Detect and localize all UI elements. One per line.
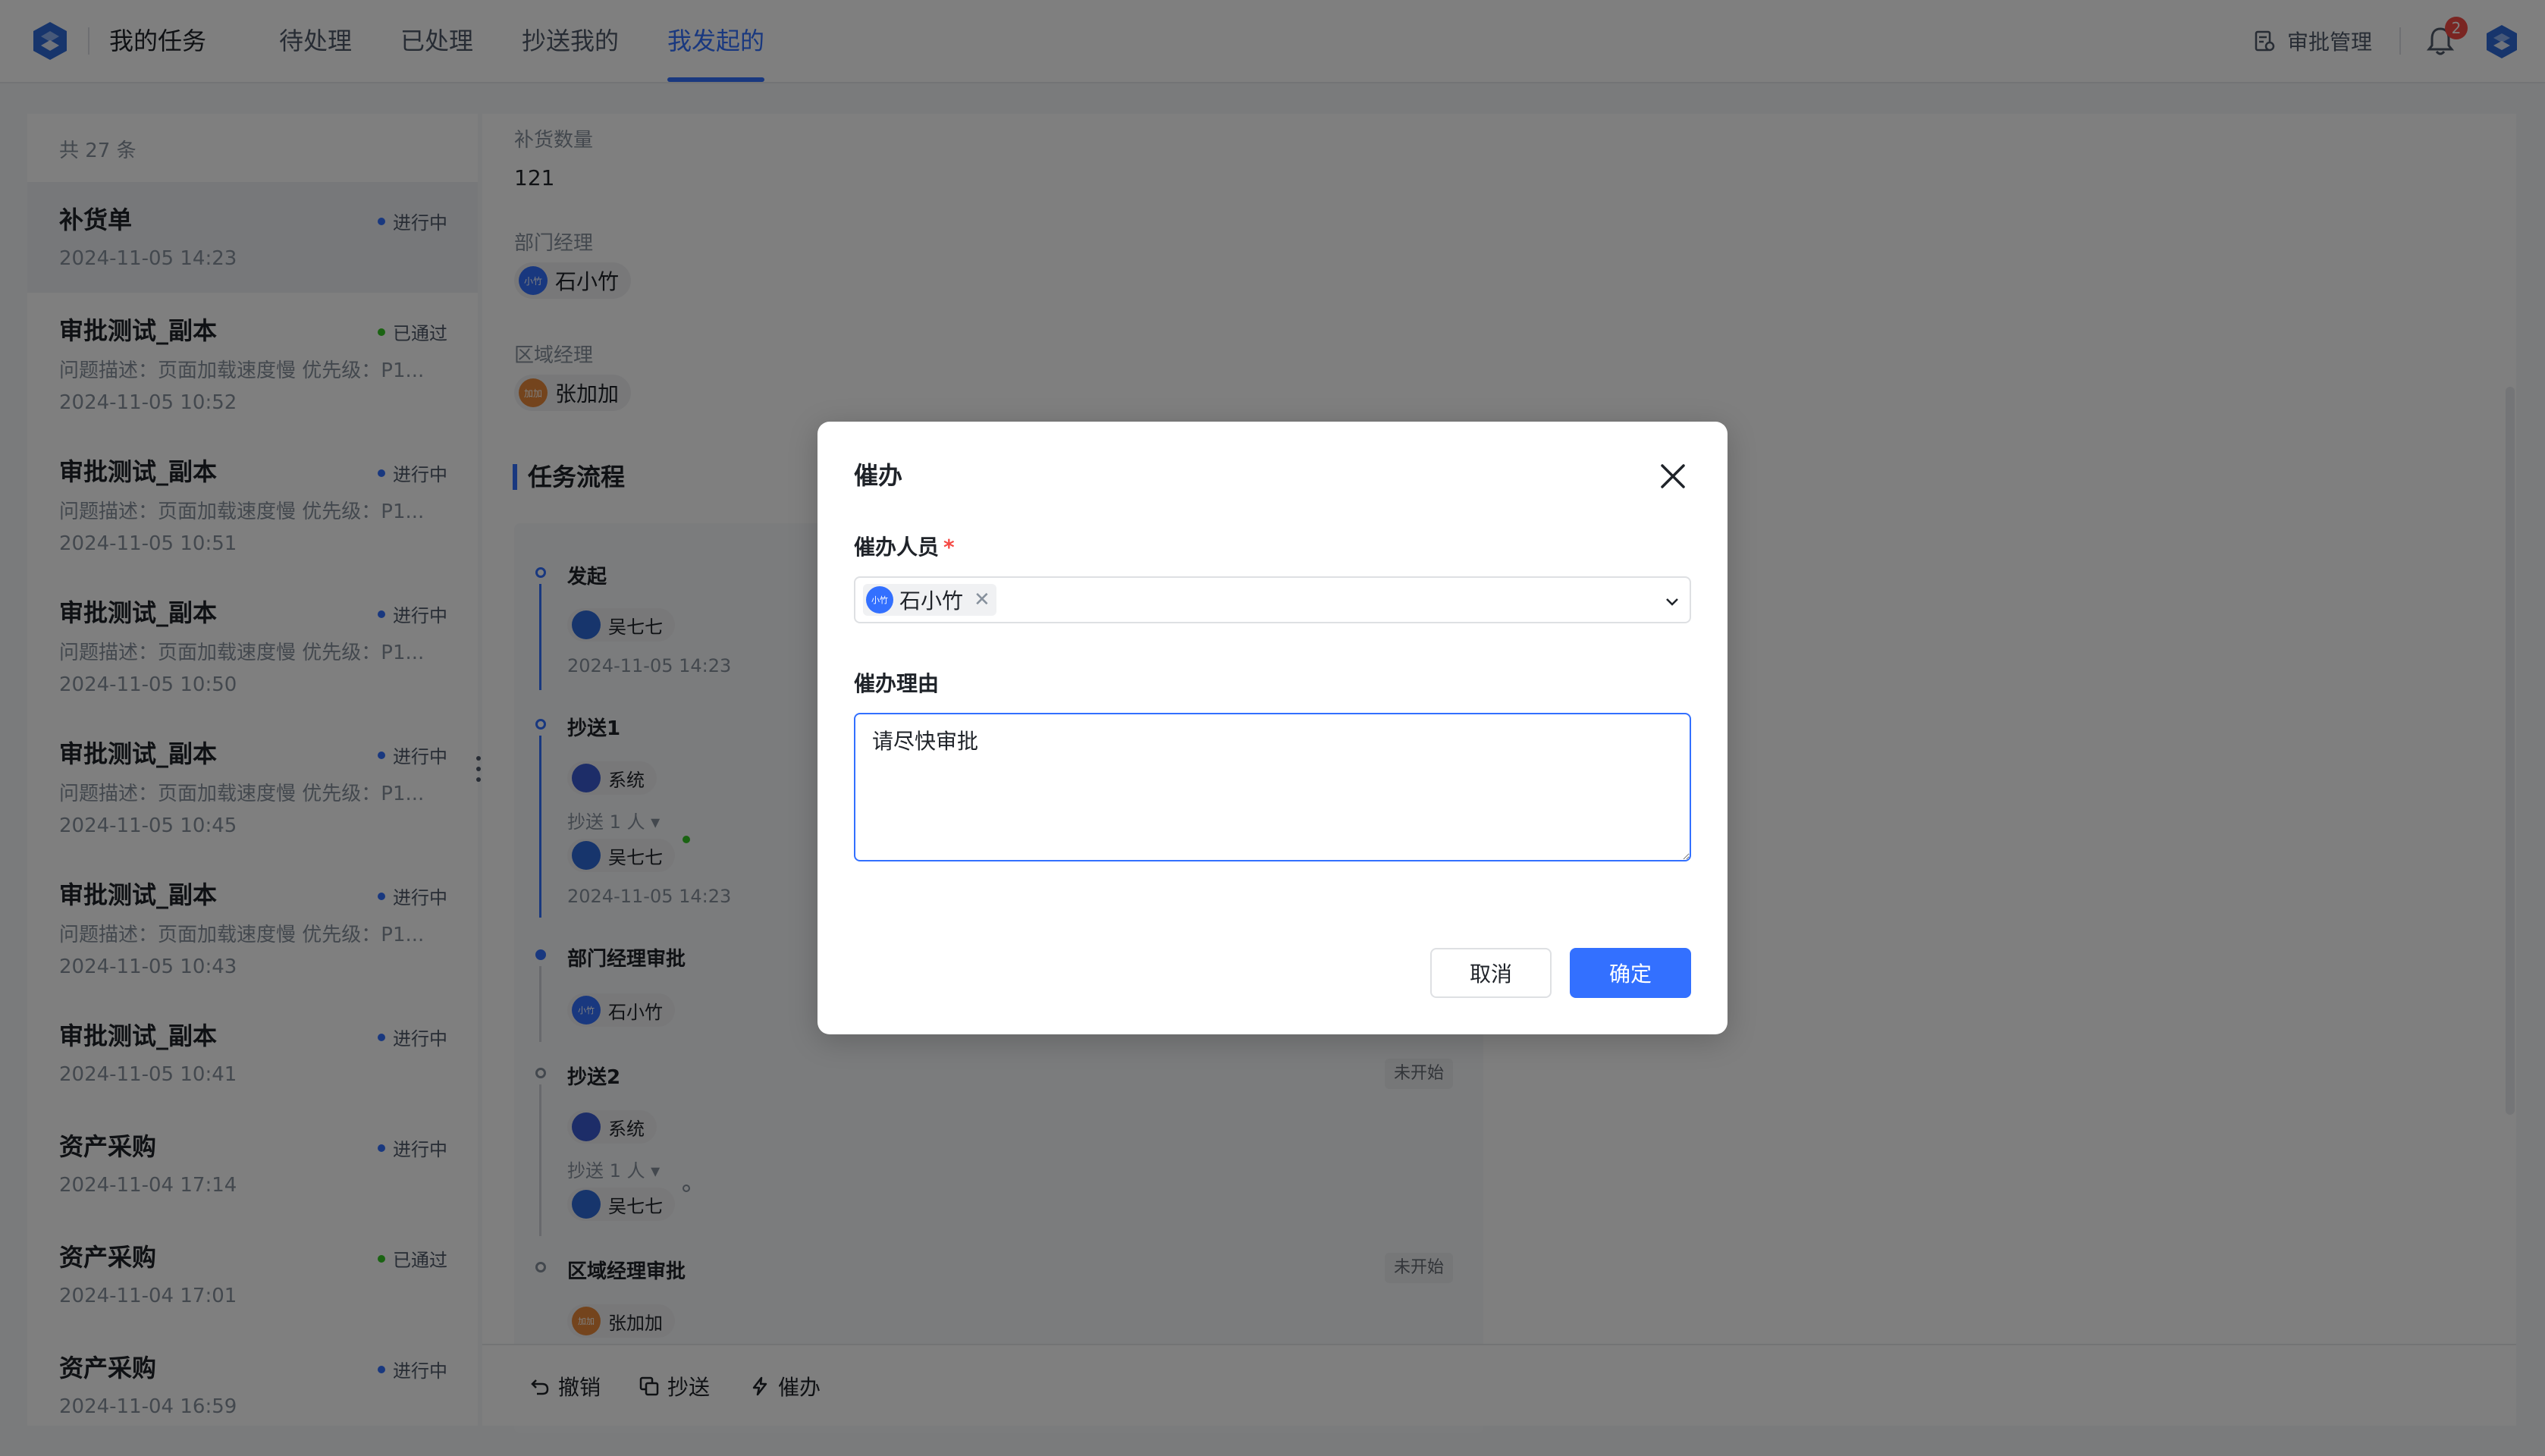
selected-person-tag: 小竹 石小竹 ✕ [863,584,996,616]
urge-person-select[interactable]: 小竹 石小竹 ✕ [854,576,1691,623]
required-mark: * [943,535,955,560]
cancel-button[interactable]: 取消 [1430,948,1552,998]
urge-dialog: 催办 催办人员 * 小竹 石小竹 ✕ 催办理由 请尽快审批 取消 确定 [817,422,1728,1034]
urge-reason-label: 催办理由 [854,671,940,696]
urge-reason-textarea[interactable]: 请尽快审批 [854,713,1691,861]
dialog-title: 催办 [854,461,903,490]
remove-tag-icon[interactable]: ✕ [974,588,990,611]
avatar: 小竹 [866,586,893,613]
confirm-button[interactable]: 确定 [1570,948,1691,998]
chevron-down-icon[interactable] [1662,592,1682,611]
selected-person-name: 石小竹 [899,588,964,613]
close-icon[interactable] [1658,461,1688,491]
urge-person-label: 催办人员 * [854,535,955,560]
